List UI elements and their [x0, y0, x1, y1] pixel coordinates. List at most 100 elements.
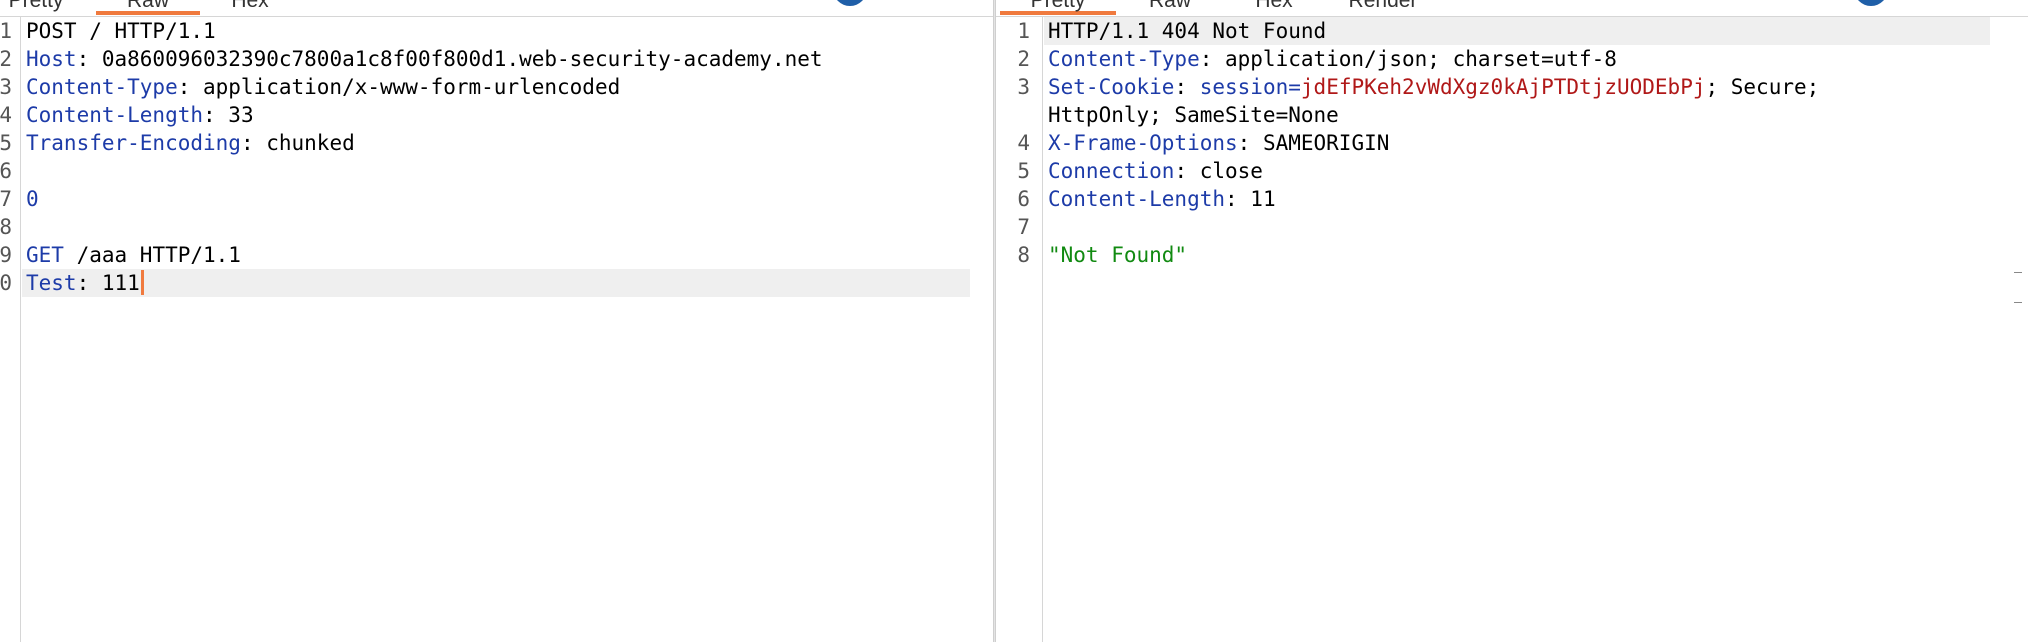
- scrollbar-tick: [2014, 272, 2022, 273]
- line-number: 1: [0, 19, 12, 43]
- line-number: 10: [0, 271, 12, 295]
- text-token: : chunked: [240, 131, 355, 155]
- line-text: GET /aaa HTTP/1.1: [26, 241, 241, 269]
- tab-request-hex[interactable]: Hex: [224, 0, 276, 15]
- line-number: 3: [1017, 75, 1030, 99]
- text-token: ; Secure;: [1705, 75, 1820, 99]
- text-token: : 111: [76, 271, 140, 295]
- tab-response-raw[interactable]: Raw: [1142, 0, 1198, 15]
- header-name-token: session: [1199, 75, 1289, 99]
- request-menu-icon[interactable]: [833, 0, 867, 6]
- text-token: : 11: [1225, 187, 1276, 211]
- line-text: "Not Found": [1048, 241, 1187, 269]
- line-text: Content-Length: 33: [26, 101, 254, 129]
- line-text: POST / HTTP/1.1: [26, 17, 216, 45]
- line-number: 4: [1017, 131, 1030, 155]
- cookie-value-token: jdEfPKeh2vWdXgz0kAjPTDtjzUODEbPj: [1300, 75, 1706, 99]
- line-number: 9: [0, 243, 12, 267]
- line-text: HttpOnly; SameSite=None: [1048, 101, 1339, 129]
- text-token: : application/x-www-form-urlencoded: [177, 75, 621, 99]
- line-text: X-Frame-Options: SAMEORIGIN: [1048, 129, 1389, 157]
- text-token: :: [1174, 75, 1200, 99]
- line-text: Content-Type: application/x-www-form-url…: [26, 73, 620, 101]
- text-token: : 33: [203, 103, 254, 127]
- response-line[interactable]: 2 Content-Type: application/json; charset…: [996, 45, 2028, 73]
- request-line[interactable]: 4 Content-Length: 33: [0, 101, 995, 129]
- response-line[interactable]: 8 "Not Found": [996, 241, 2028, 269]
- line-number: 7: [0, 187, 12, 211]
- tab-request-raw[interactable]: Raw: [96, 0, 200, 15]
- line-number: 2: [0, 47, 12, 71]
- text-token: HttpOnly; SameSite=None: [1048, 103, 1339, 127]
- request-line[interactable]: 1 POST / HTTP/1.1: [0, 17, 995, 45]
- request-line[interactable]: 6: [0, 157, 995, 185]
- line-number: 8: [0, 215, 12, 239]
- header-name-token: Set-Cookie: [1048, 75, 1175, 99]
- line-text: Set-Cookie: session=jdEfPKeh2vWdXgz0kAjP…: [1048, 73, 1819, 101]
- response-line[interactable]: 7: [996, 213, 2028, 241]
- request-line[interactable]: 8: [0, 213, 995, 241]
- header-name-token: Test: [26, 271, 77, 295]
- scrollbar-tick: [2014, 302, 2022, 303]
- header-name-token: Content-Length: [1048, 187, 1226, 211]
- line-text: Content-Length: 11: [1048, 185, 1276, 213]
- request-editor-pane[interactable]: Pretty Raw Hex 1 POST / HTTP/1.1 2 Host: 0a…: [0, 0, 995, 642]
- response-line[interactable]: 6 Content-Length: 11: [996, 185, 2028, 213]
- line-number: 4: [0, 103, 12, 127]
- response-viewer-pane[interactable]: Pretty Raw Hex Render 1 HTTP/1.1 404 Not …: [996, 0, 2028, 642]
- text-caret: [140, 270, 144, 295]
- line-text: HTTP/1.1 404 Not Found: [1048, 17, 1326, 45]
- header-name-token: =: [1288, 75, 1301, 99]
- line-number: 6: [1017, 187, 1030, 211]
- header-name-token: 0: [26, 187, 39, 211]
- tab-request-pretty[interactable]: Pretty: [4, 0, 68, 15]
- text-token: : close: [1174, 159, 1263, 183]
- tab-response-render[interactable]: Render: [1342, 0, 1424, 15]
- text-token: POST / HTTP/1.1: [26, 19, 216, 43]
- request-line[interactable]: 5 Transfer-Encoding: chunked: [0, 129, 995, 157]
- text-token: : 0a860096032390c7800a1c8f00f800d1.web-s…: [76, 47, 823, 71]
- line-text: Transfer-Encoding: chunked: [26, 129, 355, 157]
- response-line[interactable]: 4 X-Frame-Options: SAMEORIGIN: [996, 129, 2028, 157]
- request-line[interactable]: 2 Host: 0a860096032390c7800a1c8f00f800d1.…: [0, 45, 995, 73]
- response-code-viewer[interactable]: 1 HTTP/1.1 404 Not Found 2 Content-Type: ap…: [996, 17, 2028, 642]
- request-line[interactable]: 70: [0, 185, 995, 213]
- response-line[interactable]: 5 Connection: close: [996, 157, 2028, 185]
- line-number: 8: [1017, 243, 1030, 267]
- text-token: /aaa HTTP/1.1: [63, 243, 241, 267]
- string-token: "Not Found": [1048, 243, 1188, 267]
- line-number: 5: [1017, 159, 1030, 183]
- response-line[interactable]: HttpOnly; SameSite=None: [996, 101, 2028, 129]
- line-text: 0: [26, 185, 39, 213]
- response-view-tabs: Pretty Raw Hex Render: [996, 0, 2028, 17]
- response-line[interactable]: 3 Set-Cookie: session=jdEfPKeh2vWdXgz0kAj…: [996, 73, 2028, 101]
- header-name-token: GET: [26, 243, 64, 267]
- line-text: Test: 111: [26, 269, 144, 297]
- line-number: 6: [0, 159, 12, 183]
- response-menu-icon[interactable]: [1854, 0, 1888, 6]
- header-name-token: Content-Type: [26, 75, 178, 99]
- current-line-highlight: [22, 269, 970, 297]
- tab-response-pretty[interactable]: Pretty: [1000, 0, 1116, 15]
- header-name-token: Host: [26, 47, 77, 71]
- request-line[interactable]: 9 GET /aaa HTTP/1.1: [0, 241, 995, 269]
- tab-response-hex[interactable]: Hex: [1248, 0, 1300, 15]
- response-line[interactable]: 1 HTTP/1.1 404 Not Found: [996, 17, 2028, 45]
- request-line[interactable]: 3 Content-Type: application/x-www-form-ur…: [0, 73, 995, 101]
- text-token: : SAMEORIGIN: [1237, 131, 1390, 155]
- header-name-token: Transfer-Encoding: [26, 131, 241, 155]
- header-name-token: Content-Type: [1048, 47, 1200, 71]
- line-text: Host: 0a860096032390c7800a1c8f00f800d1.w…: [26, 45, 823, 73]
- request-code-editor[interactable]: 1 POST / HTTP/1.1 2 Host: 0a860096032390c78…: [0, 17, 995, 642]
- line-number: 3: [0, 75, 12, 99]
- line-number: 1: [1017, 19, 1030, 43]
- line-number: 5: [0, 131, 12, 155]
- text-token: HTTP/1.1 404 Not Found: [1048, 19, 1327, 43]
- request-line[interactable]: 10 Test: 111: [0, 269, 995, 297]
- header-name-token: X-Frame-Options: [1048, 131, 1238, 155]
- header-name-token: Content-Length: [26, 103, 204, 127]
- header-name-token: Connection: [1048, 159, 1175, 183]
- line-number: 7: [1017, 215, 1030, 239]
- text-token: : application/json; charset=utf-8: [1199, 47, 1617, 71]
- line-number: 2: [1017, 47, 1030, 71]
